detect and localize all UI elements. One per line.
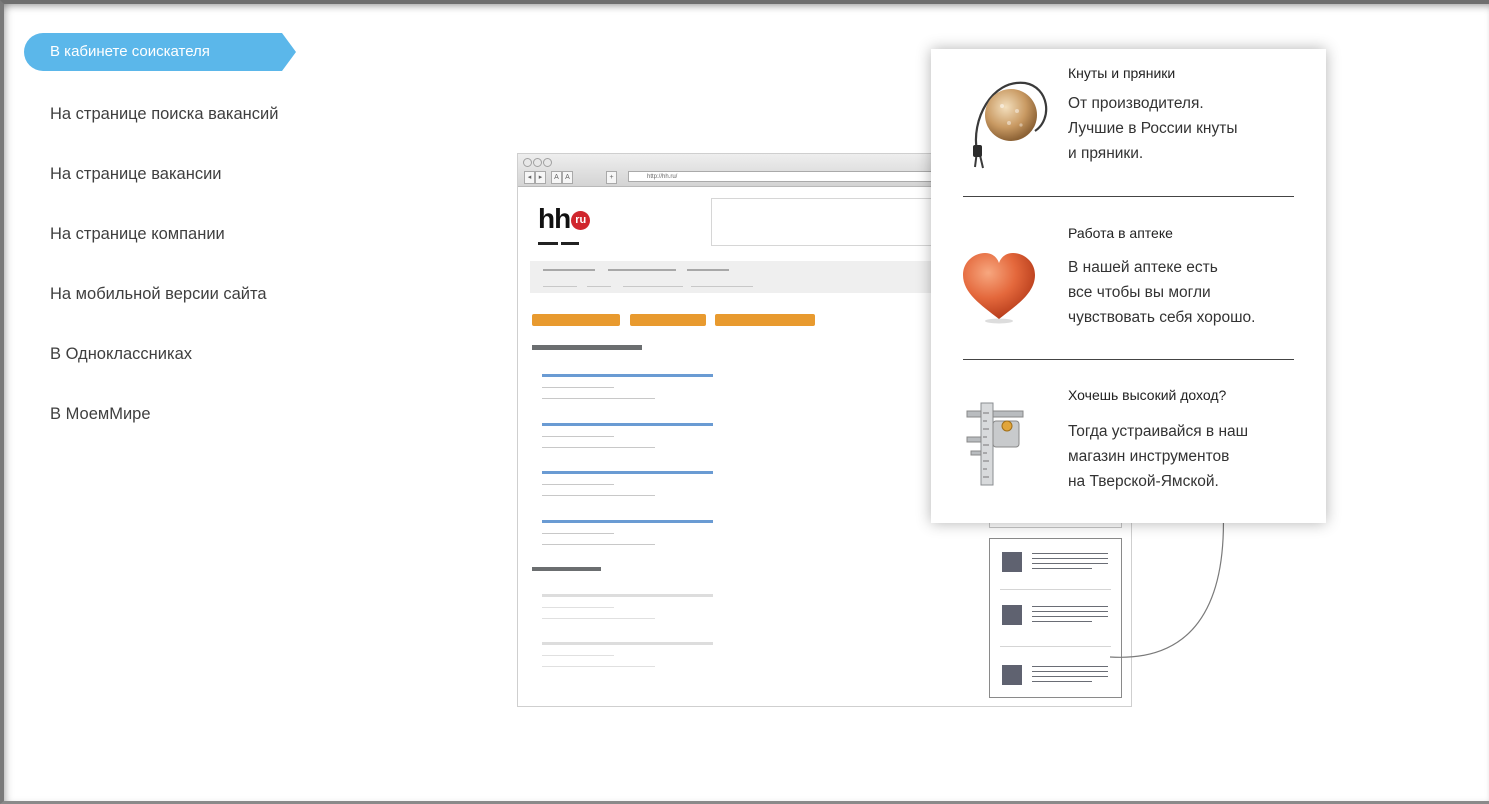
ad-line-text: все чтобы вы могли — [1068, 284, 1211, 301]
ad-line-text: чувствовать себя хорошо. — [1068, 309, 1256, 326]
ad-separator — [963, 359, 1294, 360]
ad-title[interactable]: Хочешь высокий доход? — [1068, 387, 1226, 403]
ad-title[interactable]: Кнуты и пряники — [1068, 65, 1175, 81]
whip-cookie-icon — [973, 81, 1048, 169]
caliper-icon — [966, 402, 1024, 486]
heart-icon — [963, 253, 1035, 324]
ad-line-text: на Тверской-Ямской. — [1068, 473, 1219, 490]
ad-line-text: и пряники. — [1068, 145, 1144, 162]
ad-line-text: Тогда устраивайся в наш — [1068, 423, 1249, 440]
ad-text: В нашей аптеке есть все чтобы вы могли ч… — [1068, 255, 1255, 330]
ad-line-text: магазин инструментов — [1068, 448, 1230, 465]
ad-title[interactable]: Работа в аптеке — [1068, 225, 1173, 241]
ad-separator — [963, 196, 1294, 197]
ad-text: Тогда устраивайся в наш магазин инструме… — [1068, 419, 1248, 494]
ad-line-text: Лучшие в России кнуты — [1068, 120, 1238, 137]
ad-line-text: От производителя. — [1068, 95, 1204, 112]
ad-text: От производителя. Лучшие в России кнуты … — [1068, 91, 1237, 166]
ad-line-text: В нашей аптеке есть — [1068, 259, 1218, 276]
ad-popup: Кнуты и пряники От производителя. Лучшие… — [931, 49, 1326, 523]
